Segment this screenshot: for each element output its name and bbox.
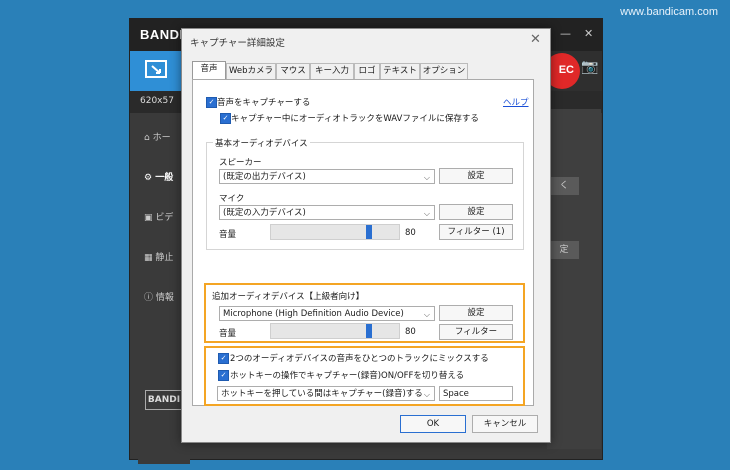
volume-label: 音量 bbox=[219, 230, 237, 240]
save-wav-checkbox[interactable]: ✓ bbox=[220, 113, 231, 124]
audio-settings-panel: ✓ 音声をキャプチャーする ヘルプ ✓ キャプチャー中にオーディオトラックをWA… bbox=[192, 79, 534, 406]
bottom-logo: BANDI bbox=[145, 390, 183, 410]
speaker-select[interactable]: (既定の出力デバイス) ⌵ bbox=[219, 169, 435, 184]
app-right-panel: く 定 bbox=[547, 109, 601, 449]
screen-record-icon bbox=[145, 60, 167, 78]
slider-thumb[interactable] bbox=[366, 225, 372, 239]
save-wav-label: キャプチャー中にオーディオトラックをWAVファイルに保存する bbox=[231, 114, 479, 124]
extra-device-select[interactable]: Microphone (High Definition Audio Device… bbox=[219, 306, 435, 321]
dialog-title: キャプチャー詳細設定 bbox=[190, 38, 285, 49]
filter-button-2[interactable]: フィルター bbox=[439, 324, 513, 340]
close-icon[interactable]: ✕ bbox=[584, 27, 593, 40]
slider-thumb[interactable] bbox=[366, 324, 372, 338]
mix-tracks-checkbox[interactable]: ✓ bbox=[218, 353, 229, 364]
video-icon: ▣ bbox=[144, 213, 153, 223]
image-icon: ▦ bbox=[144, 253, 153, 263]
sidebar-item-info[interactable]: ⓘ 情報 bbox=[144, 290, 174, 303]
record-audio-checkbox[interactable]: ✓ bbox=[206, 97, 217, 108]
record-audio-label: 音声をキャプチャーする bbox=[217, 98, 311, 108]
mic-select[interactable]: (既定の入力デバイス) ⌵ bbox=[219, 205, 435, 220]
dialog-close-icon[interactable]: ✕ bbox=[530, 32, 541, 47]
mix-tracks-label: 2つのオーディオデバイスの音声をひとつのトラックにミックスする bbox=[230, 354, 489, 364]
camera-icon[interactable]: 📷 bbox=[580, 59, 600, 79]
screen-mode-button[interactable] bbox=[130, 51, 182, 91]
extra-volume-slider[interactable] bbox=[270, 323, 400, 339]
cancel-button[interactable]: キャンセル bbox=[472, 415, 538, 433]
sidebar-item-video[interactable]: ▣ ビデ bbox=[144, 210, 173, 223]
right-panel-button-1[interactable]: く bbox=[549, 177, 579, 195]
mic-settings-button[interactable]: 設定 bbox=[439, 204, 513, 220]
sidebar-item-image[interactable]: ▦ 静止 bbox=[144, 250, 173, 263]
gear-icon: ⚙ bbox=[144, 173, 153, 183]
hotkey-mode-select[interactable]: ホットキーを押している間はキャプチャー(録音)する ⌵ bbox=[217, 386, 435, 401]
hotkey-toggle-label: ホットキーの操作でキャプチャー(録音)ON/OFFを切り替える bbox=[230, 371, 465, 381]
volume-value: 80 bbox=[405, 228, 416, 238]
ok-button[interactable]: OK bbox=[400, 415, 466, 433]
watermark: www.bandicam.com bbox=[620, 6, 718, 18]
home-icon: ⌂ bbox=[144, 133, 150, 143]
tab-logo[interactable]: ロゴ bbox=[354, 63, 380, 79]
filter-button-1[interactable]: フィルター (1) bbox=[439, 224, 513, 240]
mic-volume-slider[interactable] bbox=[270, 224, 400, 240]
chevron-down-icon: ⌵ bbox=[423, 390, 430, 399]
capture-size-text: 620x57 bbox=[140, 96, 174, 106]
tab-text[interactable]: テキスト bbox=[380, 63, 420, 79]
speaker-settings-button[interactable]: 設定 bbox=[439, 168, 513, 184]
help-link[interactable]: ヘルプ bbox=[503, 96, 529, 108]
extra-volume-value: 80 bbox=[405, 327, 416, 337]
sidebar-item-home[interactable]: ⌂ ホー bbox=[144, 130, 171, 143]
hotkey-input[interactable]: Space bbox=[439, 386, 513, 401]
right-panel-button-2[interactable]: 定 bbox=[549, 241, 579, 259]
tab-webcam[interactable]: Webカメラ bbox=[226, 63, 276, 79]
chevron-down-icon: ⌵ bbox=[423, 209, 430, 218]
minimize-icon[interactable]: — bbox=[560, 27, 571, 40]
mic-label: マイク bbox=[219, 194, 245, 204]
extra-settings-button[interactable]: 設定 bbox=[439, 305, 513, 321]
info-icon: ⓘ bbox=[144, 293, 154, 303]
tab-audio[interactable]: 音声 bbox=[192, 61, 226, 80]
tab-mouse[interactable]: マウス bbox=[276, 63, 310, 79]
hotkey-toggle-checkbox[interactable]: ✓ bbox=[218, 370, 229, 381]
tab-options[interactable]: オプション bbox=[420, 63, 468, 79]
extra-volume-label: 音量 bbox=[219, 329, 237, 339]
capture-settings-dialog: キャプチャー詳細設定 ✕ 音声 Webカメラ マウス キー入力 ロゴ テキスト … bbox=[181, 28, 551, 443]
chevron-down-icon: ⌵ bbox=[423, 310, 430, 319]
tab-keyboard[interactable]: キー入力 bbox=[310, 63, 354, 79]
extra-audio-group-title: 追加オーディオデバイス【上級者向け】 bbox=[212, 292, 365, 302]
sidebar-item-general[interactable]: ⚙ 一般 bbox=[144, 170, 173, 183]
chevron-down-icon: ⌵ bbox=[423, 173, 430, 182]
speaker-label: スピーカー bbox=[219, 158, 262, 168]
basic-audio-group-title: 基本オーディオデバイス bbox=[213, 137, 310, 149]
